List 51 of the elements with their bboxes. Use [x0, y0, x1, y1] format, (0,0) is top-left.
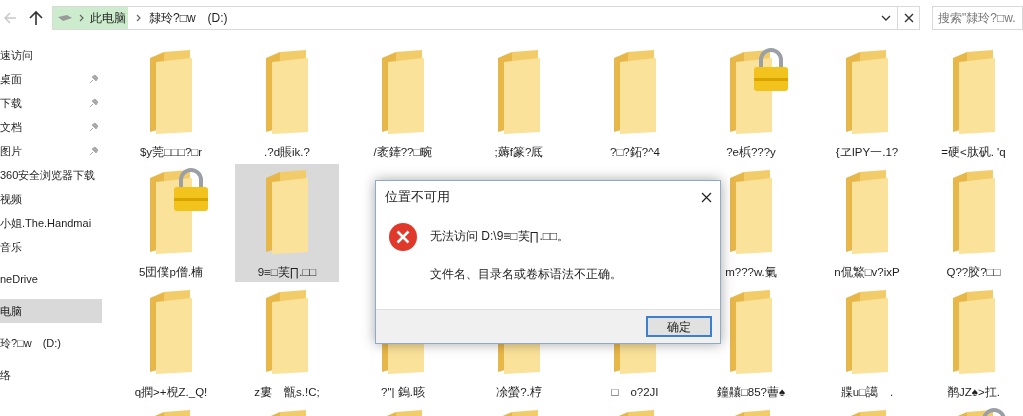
nav-item[interactable]: 桌面 [0, 67, 102, 91]
folder-tile[interactable]: 鹡JZ♠>扛. [925, 284, 1022, 402]
nav-item[interactable]: 速访问 [0, 43, 102, 67]
nav-item[interactable]: 图片 [0, 139, 102, 163]
folder-tile[interactable]: =硬<肽矾. 'q [925, 44, 1022, 162]
nav-item[interactable]: 小姐.The.Handmai [0, 211, 102, 235]
search-field[interactable]: 搜索"隸玲?□w. [932, 6, 1023, 30]
drive-icon [57, 13, 73, 23]
folder-tile[interactable]: $y莞□□□?□r [119, 44, 223, 162]
folder-tile[interactable]: z婁 甑s.!C; [235, 284, 339, 402]
nav-item[interactable]: neDrive [0, 267, 102, 291]
nav-item[interactable]: 电脑 [0, 299, 102, 323]
nav-item[interactable]: 下载 [0, 91, 102, 115]
nav-item[interactable]: 音乐 [0, 235, 102, 259]
error-detail: 文件名、目录名或卷标语法不正确。 [430, 266, 622, 283]
folder-tile[interactable]: .?d賬ik.? [235, 44, 339, 162]
folder-tile[interactable]: 9≡□芙∏.□□ [235, 164, 339, 282]
pin-icon [89, 74, 99, 84]
folder-tile[interactable]: m???w.氭 [699, 164, 803, 282]
error-icon [389, 223, 417, 251]
folder-tile[interactable]: ?e梹???y [699, 44, 803, 162]
folder-tile[interactable]: n侃鰵□v?ixP [815, 164, 919, 282]
chevron-icon [79, 14, 84, 22]
pin-icon [89, 122, 99, 132]
close-icon[interactable] [903, 13, 914, 23]
folder-tile[interactable]: /袤鏲??□畹 [351, 44, 455, 162]
nav-item[interactable]: 络 [0, 363, 102, 387]
folder-tile[interactable]: ?□?鉐?^4 [583, 44, 687, 162]
ok-button[interactable]: 确定 [646, 316, 712, 337]
close-icon[interactable] [701, 191, 712, 203]
chevron-icon [136, 14, 141, 22]
nav-item[interactable]: 玲?□w (D:) [0, 331, 102, 355]
folder-tile[interactable]: 5団僕p僧.楠 [119, 164, 223, 282]
folder-tile[interactable]: 牃u□譪 . [815, 284, 919, 402]
folder-tile[interactable]: Q??胶?□□ [925, 164, 1022, 282]
padlock-icon [171, 168, 211, 212]
error-message: 无法访问 D:\9≡□芙∏.□□。 [430, 228, 571, 245]
pin-icon [89, 146, 99, 156]
dialog-title: 位置不可用 [385, 188, 450, 206]
nav-item[interactable]: 文档 [0, 115, 102, 139]
nav-item[interactable]: 360安全浏览器下载 [0, 163, 102, 187]
address-field[interactable]: 此电脑 隸玲?□w (D:) [52, 6, 920, 30]
dropdown-icon[interactable] [881, 15, 891, 21]
folder-tile[interactable]: q撋>+棿Z._Q! [119, 284, 223, 402]
pin-icon [89, 98, 99, 108]
padlock-icon [751, 48, 791, 92]
folder-tile[interactable]: {ヱIPY一.1? [815, 44, 919, 162]
up-arrow-icon[interactable] [28, 10, 44, 26]
folder-tile[interactable]: ;薅f篆?厎 [467, 44, 571, 162]
breadcrumb-item[interactable]: 隸玲?□w (D:) [149, 9, 228, 27]
nav-item[interactable]: 视频 [0, 187, 102, 211]
